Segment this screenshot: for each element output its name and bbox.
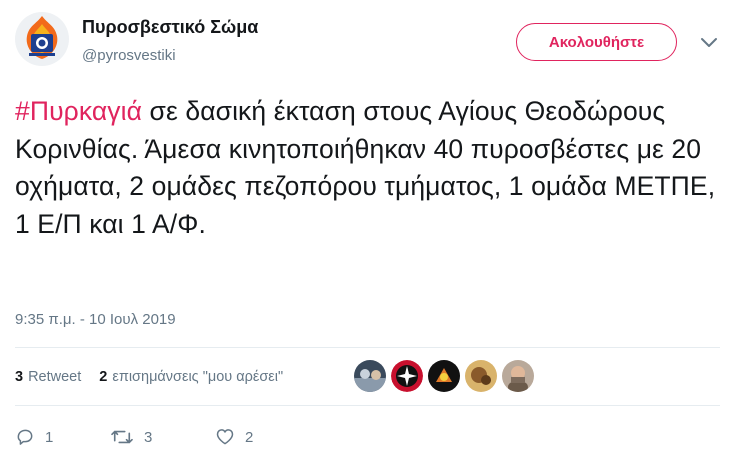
account-name[interactable]: Πυροσβεστικό Σώμα	[82, 17, 258, 38]
liker-avatar[interactable]	[502, 360, 534, 392]
like-action[interactable]: 2	[215, 427, 253, 447]
tweet-stats: 3 Retweet 2 επισημάνσεις "μου αρέσει"	[15, 369, 301, 385]
retweet-count: 3	[144, 428, 153, 446]
follow-button[interactable]: Ακολουθήστε	[516, 23, 677, 61]
account-handle[interactable]: @pyrosvestiki	[82, 47, 176, 64]
fire-service-emblem-icon	[15, 12, 69, 66]
likes-label: επισημάνσεις "μου αρέσει"	[112, 369, 284, 385]
chevron-down-icon[interactable]	[698, 33, 720, 51]
retweets-label: Retweet	[28, 369, 82, 385]
likes-stat[interactable]: 2 επισημάνσεις "μου αρέσει"	[99, 369, 283, 385]
hashtag-link[interactable]: #Πυρκαγιά	[15, 96, 142, 126]
heart-icon	[216, 429, 234, 445]
divider	[15, 347, 720, 348]
like-count: 2	[245, 428, 254, 446]
retweet-icon	[111, 430, 133, 444]
liker-avatar[interactable]	[354, 360, 386, 392]
reply-count: 1	[45, 428, 54, 446]
tweet-timestamp[interactable]: 9:35 π.μ. - 10 Ιουλ 2019	[15, 311, 176, 328]
liker-avatars	[354, 360, 539, 392]
retweet-action[interactable]: 3	[110, 427, 215, 447]
liker-avatar[interactable]	[391, 360, 423, 392]
likes-count: 2	[99, 369, 108, 385]
liker-avatar[interactable]	[428, 360, 460, 392]
liker-avatar[interactable]	[465, 360, 497, 392]
reply-action[interactable]: 1	[15, 427, 110, 447]
divider	[15, 405, 720, 406]
tweet-actions: 1 3 2	[15, 427, 253, 447]
reply-icon	[17, 429, 33, 445]
tweet-text: #Πυρκαγιά σε δασική έκταση στους Αγίους …	[15, 93, 727, 243]
retweets-stat[interactable]: 3 Retweet	[15, 369, 81, 385]
account-avatar[interactable]	[15, 12, 69, 66]
retweets-count: 3	[15, 369, 24, 385]
